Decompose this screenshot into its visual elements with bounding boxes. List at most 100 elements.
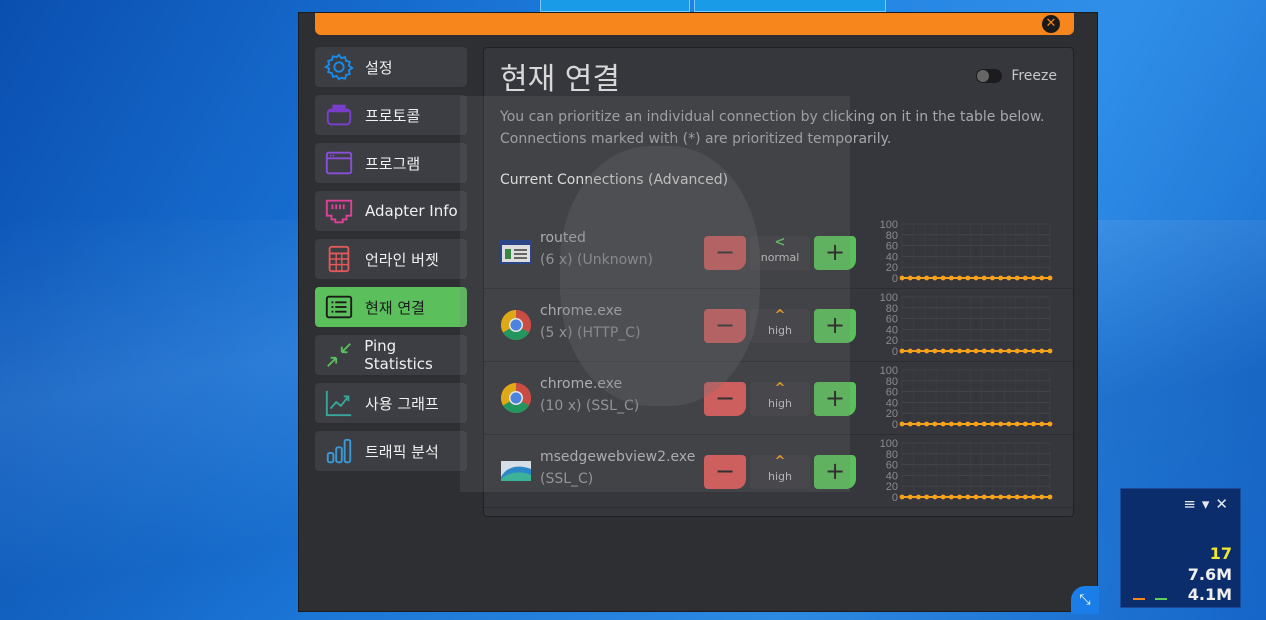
data-point: [957, 494, 962, 500]
data-point: [1006, 275, 1012, 281]
data-point: [957, 275, 962, 281]
taskbar-tab[interactable]: [540, 0, 690, 12]
increase-priority-button[interactable]: +: [814, 236, 856, 270]
increase-priority-button[interactable]: +: [814, 455, 856, 489]
data-point: [973, 421, 979, 427]
tray-widget: ≡▾✕ 17 7.6M 4.1M: [1120, 488, 1241, 608]
sidebar-item-label: Ping Statistics: [364, 337, 433, 373]
data-point: [981, 421, 987, 427]
data-point: [907, 348, 913, 354]
data-point: [1014, 494, 1020, 500]
traffic-mini-chart: 100806040200: [880, 365, 1053, 431]
close-button[interactable]: ✕: [1042, 15, 1060, 33]
tray-controls[interactable]: ≡▾✕: [1183, 495, 1234, 513]
y-tick-label: 0: [892, 273, 898, 285]
data-point: [948, 421, 954, 427]
priority-label: high: [768, 397, 792, 410]
y-tick-label: 0: [892, 419, 898, 431]
traffic-mini-chart: 100806040200: [880, 292, 1053, 358]
data-point: [1022, 494, 1028, 500]
priority-indicator: ^ high: [750, 455, 810, 489]
data-point: [998, 348, 1004, 354]
connection-row[interactable]: routed (6 x) (Unknown) − < normal + 100 8…: [484, 216, 1073, 289]
sidebar-item-label: 설정: [365, 58, 393, 77]
sidebar-item-programs[interactable]: 프로그램: [315, 143, 467, 183]
data-point: [965, 421, 971, 427]
decrease-priority-button[interactable]: −: [704, 382, 746, 416]
sidebar-item-usage-graph[interactable]: 사용 그래프: [315, 383, 467, 423]
data-point: [981, 494, 987, 500]
data-point: [1031, 494, 1036, 500]
connection-row[interactable]: chrome.exe (5 x) (HTTP_C) − ^ high + 100…: [484, 289, 1073, 362]
connection-row[interactable]: chrome.exe (10 x) (SSL_C) − ^ high + 100…: [484, 362, 1073, 435]
data-point: [973, 348, 979, 354]
data-point: [948, 494, 954, 500]
increase-priority-button[interactable]: +: [814, 309, 856, 343]
data-point: [1039, 275, 1045, 281]
sidebar-item-label: 프로토콜: [365, 106, 421, 125]
increase-priority-button[interactable]: +: [814, 382, 856, 416]
connection-list: routed (6 x) (Unknown) − < normal + 100 8…: [484, 216, 1073, 508]
tray-legend: [1133, 598, 1167, 600]
data-point: [990, 348, 995, 354]
traffic-mini-chart: 100806040200: [880, 438, 1053, 504]
priority-label: high: [768, 470, 792, 483]
taskbar-tab[interactable]: [694, 0, 886, 12]
sidebar-item-protocols[interactable]: 프로토콜: [315, 95, 467, 135]
traffic-mini-chart: 100806040200: [880, 219, 1053, 285]
resize-icon[interactable]: ⤡: [1071, 586, 1099, 614]
page-title: 현재 연결: [500, 62, 620, 97]
data-point: [924, 275, 930, 281]
data-point: [981, 275, 987, 281]
layers-icon: [323, 99, 355, 131]
decrease-priority-button[interactable]: −: [704, 309, 746, 343]
sidebar-item-ping-statistics[interactable]: Ping Statistics: [315, 335, 467, 375]
data-point: [1039, 494, 1045, 500]
app-detail: (SSL_C): [540, 471, 594, 487]
sidebar-item-current-connections[interactable]: 현재 연결: [315, 287, 467, 327]
description-line: You can prioritize an individual connect…: [500, 109, 1045, 125]
decrease-priority-button[interactable]: −: [704, 455, 746, 489]
data-point: [1031, 421, 1036, 427]
data-point: [1047, 494, 1053, 500]
trend-icon: [323, 387, 355, 419]
toggle-switch[interactable]: [976, 69, 1003, 83]
chevron-up-icon: ^: [774, 381, 786, 396]
data-point: [957, 421, 962, 427]
data-point: [1022, 348, 1028, 354]
data-point: [1014, 275, 1020, 281]
chevron-up-icon: ^: [774, 308, 786, 323]
sidebar-item-label: 트래픽 분석: [365, 442, 439, 461]
decrease-priority-button[interactable]: −: [704, 236, 746, 270]
sidebar-item-settings[interactable]: 설정: [315, 47, 467, 87]
window-icon: [323, 147, 355, 179]
edge-webview-icon: [500, 455, 532, 487]
sidebar-item-online-budget[interactable]: 언라인 버젯: [315, 239, 467, 279]
title-bar[interactable]: ✕: [315, 13, 1074, 35]
freeze-toggle[interactable]: Freeze: [976, 68, 1057, 84]
section-heading: Current Connections (Advanced): [500, 172, 729, 188]
app-window: ✕ 설정 프로토콜 프로그램 Adapter Info 언라인 버젯 현재 연결…: [298, 12, 1098, 612]
calculator-icon: [323, 243, 355, 275]
data-point: [990, 494, 995, 500]
data-point: [1006, 348, 1012, 354]
sidebar-item-adapter-info[interactable]: Adapter Info: [315, 191, 467, 231]
data-point: [916, 348, 921, 354]
data-point: [948, 348, 954, 354]
data-point: [948, 275, 954, 281]
data-point: [990, 275, 995, 281]
chevron-up-icon: ^: [774, 454, 786, 469]
data-point: [940, 275, 946, 281]
freeze-label: Freeze: [1011, 68, 1057, 84]
priority-label: normal: [760, 251, 800, 264]
sidebar-item-traffic-analysis[interactable]: 트래픽 분석: [315, 431, 467, 471]
data-point: [1031, 348, 1036, 354]
app-detail: (10 x) (SSL_C): [540, 398, 640, 414]
connection-row[interactable]: msedgewebview2.exe (SSL_C) − ^ high + 10…: [484, 435, 1073, 508]
data-point: [907, 421, 913, 427]
y-tick-label: 0: [892, 492, 898, 504]
data-point: [899, 348, 905, 354]
data-point: [1006, 421, 1012, 427]
ethernet-icon: [323, 195, 355, 227]
data-point: [924, 494, 930, 500]
